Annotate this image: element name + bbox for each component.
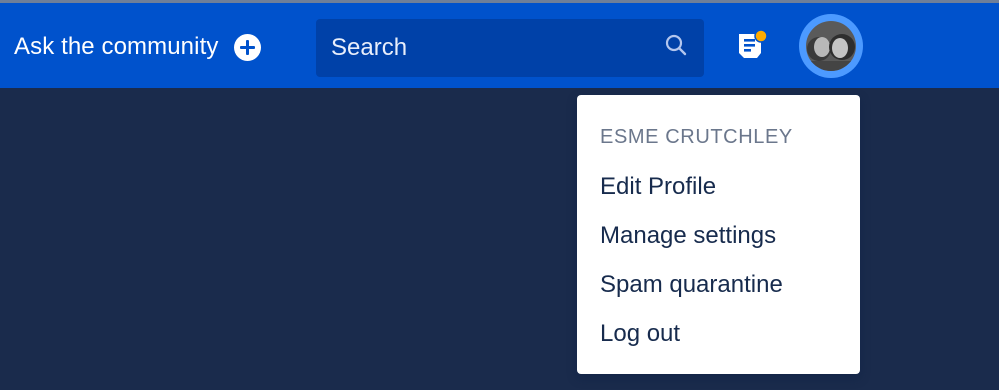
avatar <box>806 21 856 71</box>
edit-profile-item[interactable]: Edit Profile <box>600 173 716 201</box>
search-icon[interactable] <box>665 34 687 56</box>
spam-quarantine-item[interactable]: Spam quarantine <box>600 271 783 299</box>
log-out-item[interactable]: Log out <box>600 320 680 348</box>
manage-settings-item[interactable]: Manage settings <box>600 222 776 250</box>
ask-community-button[interactable]: Ask the community <box>14 29 262 65</box>
search-input[interactable] <box>316 19 646 77</box>
search-box <box>316 19 704 77</box>
plus-circle-icon <box>234 33 262 61</box>
ask-community-label: Ask the community <box>14 33 219 60</box>
user-dropdown-menu: ESME CRUTCHLEY Edit Profile Manage setti… <box>577 95 860 374</box>
user-avatar-button[interactable] <box>799 14 863 78</box>
user-name-heading: ESME CRUTCHLEY <box>600 126 793 148</box>
notifications-icon[interactable] <box>737 29 769 63</box>
